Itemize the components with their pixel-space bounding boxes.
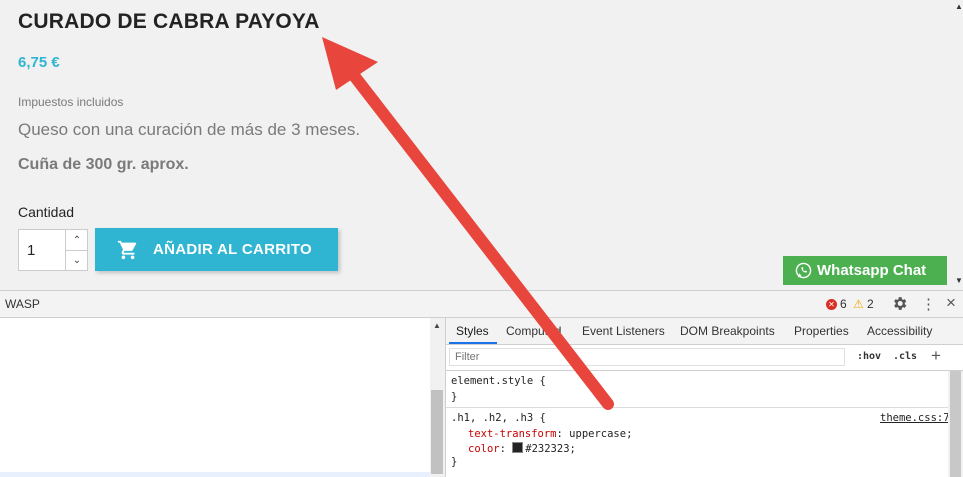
styles-scrollbar-thumb[interactable] — [950, 371, 961, 477]
new-rule-button[interactable]: + — [931, 346, 941, 366]
product-price: 6,75 € — [18, 54, 60, 71]
product-title: CURADO DE CABRA PAYOYA — [18, 10, 320, 33]
styles-pane: Styles Computed Event Listeners DOM Brea… — [446, 318, 963, 477]
shopping-cart-icon — [117, 240, 137, 259]
product-weight-note: Cuña de 300 gr. aprox. — [18, 156, 189, 173]
scroll-up-icon[interactable]: ▲ — [433, 321, 441, 330]
rule-divider — [446, 407, 963, 408]
chevron-down-icon: ⌄ — [72, 254, 82, 266]
filter-row: :hov .cls + — [446, 345, 963, 371]
tab-dom-breakpoints[interactable]: DOM Breakpoints — [680, 324, 775, 338]
quantity-stepper: ⌃ ⌄ — [18, 229, 88, 271]
scroll-up-icon[interactable]: ▲ — [955, 2, 963, 11]
close-icon[interactable]: × — [946, 293, 956, 313]
whatsapp-chat-label: Whatsapp Chat — [817, 262, 927, 279]
styles-scrollbar[interactable] — [948, 371, 963, 477]
element-style-selector[interactable]: element.style { — [451, 375, 546, 387]
styles-tabs: Styles Computed Event Listeners DOM Brea… — [446, 318, 963, 345]
tax-note: Impuestos incluidos — [18, 95, 124, 109]
quantity-input[interactable] — [19, 230, 65, 270]
element-style-close: } — [451, 391, 458, 403]
warning-icon[interactable]: ⚠ — [853, 297, 864, 311]
tab-computed[interactable]: Computed — [506, 324, 561, 338]
devtools-toolbar: WASP ✕ 6 ⚠ 2 ⋮ × — [0, 290, 963, 318]
add-to-cart-label: AÑADIR AL CARRITO — [153, 241, 312, 258]
css-property-value: #232323; — [525, 443, 576, 455]
css-property-name: text-transform — [468, 428, 557, 440]
more-options-icon[interactable]: ⋮ — [921, 295, 936, 313]
styles-filter-input[interactable] — [449, 348, 845, 366]
tab-accessibility[interactable]: Accessibility — [867, 324, 932, 338]
rule-close: } — [451, 456, 458, 468]
tab-properties[interactable]: Properties — [794, 324, 849, 338]
css-property-value: uppercase; — [569, 428, 633, 440]
css-property-name: color — [468, 443, 500, 455]
scroll-down-icon[interactable]: ▼ — [955, 276, 963, 285]
product-page: ▲ CURADO DE CABRA PAYOYA 6,75 € Impuesto… — [0, 0, 963, 290]
active-tab-indicator — [449, 342, 497, 344]
whatsapp-icon — [795, 262, 812, 279]
error-count[interactable]: 6 — [840, 297, 847, 311]
selected-node-highlight — [0, 472, 430, 477]
css-property-color[interactable]: color: #232323; — [468, 442, 576, 455]
warning-count[interactable]: 2 — [867, 297, 874, 311]
quantity-decrease-button[interactable]: ⌄ — [65, 250, 88, 270]
color-swatch[interactable] — [512, 442, 524, 453]
devtools-title: WASP — [5, 297, 40, 311]
whatsapp-chat-button[interactable]: Whatsapp Chat — [783, 256, 947, 285]
class-toggle[interactable]: .cls — [893, 351, 917, 362]
gear-icon[interactable] — [891, 295, 908, 312]
css-property-text-transform[interactable]: text-transform: uppercase; — [468, 428, 632, 440]
product-description: Queso con una curación de más de 3 meses… — [18, 120, 361, 139]
elements-scrollbar-thumb[interactable] — [431, 390, 443, 474]
error-icon[interactable]: ✕ — [826, 299, 837, 310]
quantity-increase-button[interactable]: ⌃ — [65, 230, 88, 251]
hover-state-toggle[interactable]: :hov — [857, 351, 881, 362]
quantity-label: Cantidad — [18, 204, 75, 220]
rule-source-link[interactable]: theme.css:7 — [880, 412, 950, 424]
elements-pane: ▲ — [0, 318, 446, 477]
rule-selector[interactable]: .h1, .h2, .h3 { — [451, 412, 546, 424]
elements-scrollbar[interactable]: ▲ — [430, 318, 445, 477]
tab-event-listeners[interactable]: Event Listeners — [582, 324, 665, 338]
tab-styles[interactable]: Styles — [456, 324, 489, 338]
chevron-up-icon: ⌃ — [72, 234, 82, 246]
add-to-cart-button[interactable]: AÑADIR AL CARRITO — [95, 228, 338, 271]
